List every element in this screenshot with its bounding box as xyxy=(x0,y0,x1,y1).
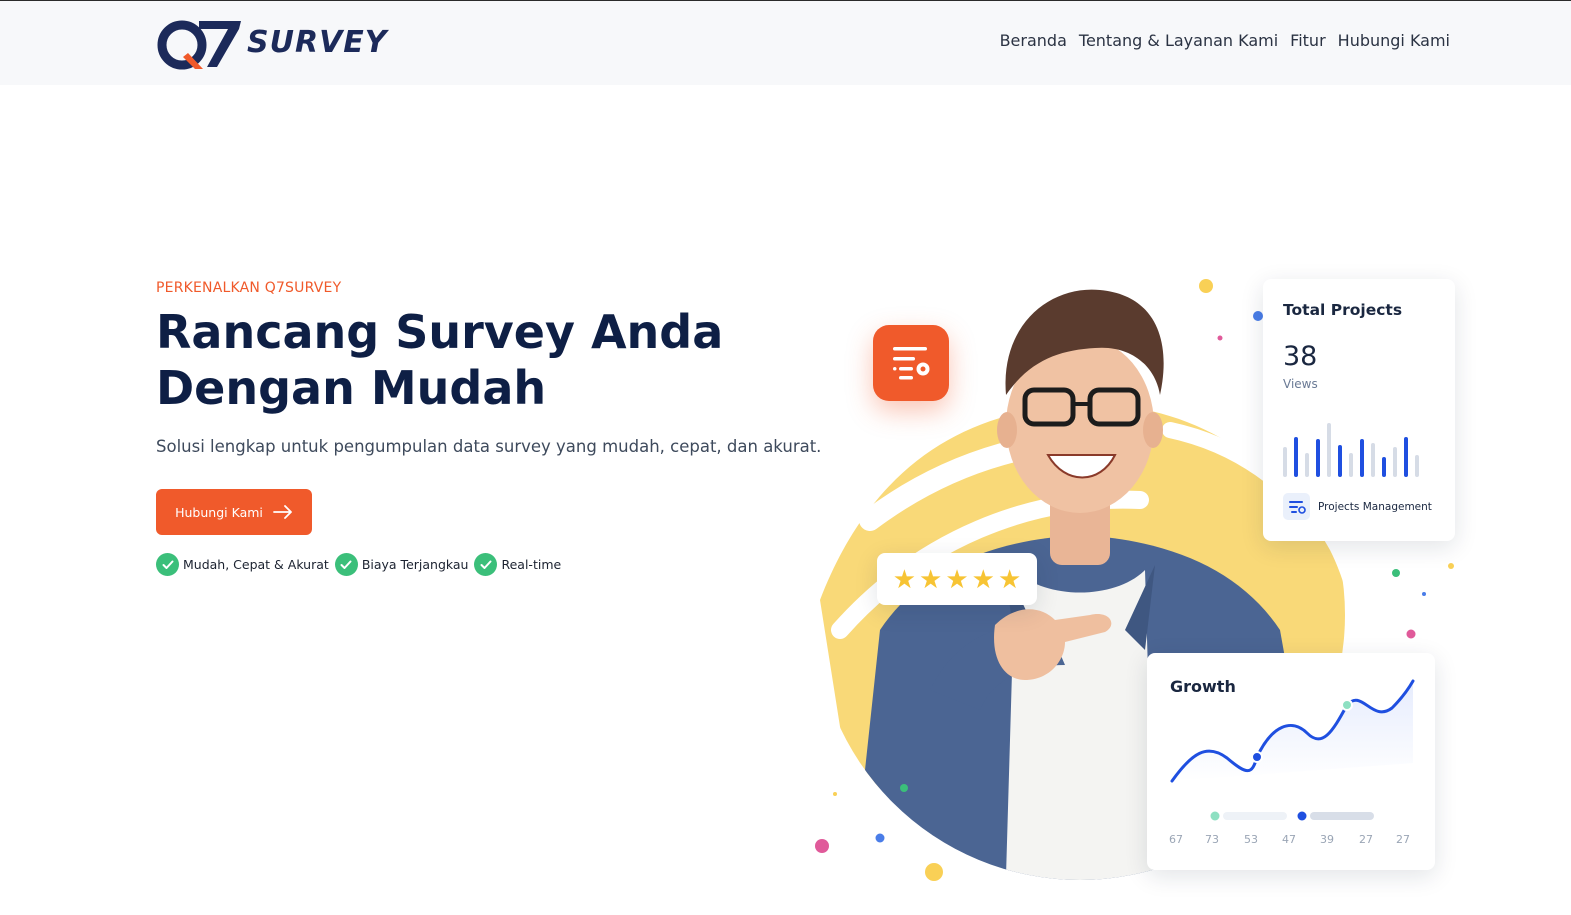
star-icon: ★ xyxy=(919,563,943,594)
projects-bars-graphic xyxy=(1283,423,1419,477)
projects-management-icon xyxy=(1283,493,1310,520)
hero-title-line-1: Rancang Survey Anda xyxy=(156,305,724,359)
check-icon xyxy=(156,553,179,576)
feature-item: Biaya Terjangkau xyxy=(334,553,469,576)
star-icon: ★ xyxy=(945,563,969,594)
hero-title: Rancang Survey Anda Dengan Mudah xyxy=(156,304,796,416)
arrow-right-icon xyxy=(272,505,292,519)
total-projects-value: 38 xyxy=(1283,341,1318,372)
feature-label: Real-time xyxy=(501,557,562,572)
survey-settings-icon xyxy=(893,347,930,380)
total-projects-unit: Views xyxy=(1283,377,1318,391)
growth-tick-label: 73 xyxy=(1205,833,1219,846)
contact-us-button[interactable]: Hubungi Kami xyxy=(156,489,312,535)
projects-management-label: Projects Management xyxy=(1318,500,1432,513)
logo-wordmark: SURVEY xyxy=(247,25,388,60)
rating-stars: ★ ★ ★ ★ ★ xyxy=(877,553,1037,605)
growth-tick-labels: 67 73 53 47 39 27 27 xyxy=(1147,833,1435,849)
projects-management-row[interactable]: Projects Management xyxy=(1283,493,1432,520)
feature-label: Mudah, Cepat & Akurat xyxy=(183,557,329,572)
survey-settings-badge xyxy=(873,325,949,401)
hero-subtitle: Solusi lengkap untuk pengumpulan data su… xyxy=(156,437,822,456)
nav-link-hubungi-kami[interactable]: Hubungi Kami xyxy=(1338,31,1450,50)
site-header: SURVEY Beranda Tentang & Layanan Kami Fi… xyxy=(0,1,1571,85)
check-icon xyxy=(334,553,358,576)
hero-eyebrow: PERKENALKAN Q7SURVEY xyxy=(156,280,342,296)
total-projects-card: Total Projects 38 Views Projects Managem… xyxy=(1263,279,1455,541)
growth-card: Growth 67 73 53 47 39 27 27 xyxy=(1147,653,1435,870)
nav-link-tentang-layanan[interactable]: Tentang & Layanan Kami xyxy=(1079,31,1278,50)
rating-card: ★ ★ ★ ★ ★ xyxy=(877,553,1037,605)
main-nav: Beranda Tentang & Layanan Kami Fitur Hub… xyxy=(1000,31,1450,50)
nav-link-beranda[interactable]: Beranda xyxy=(1000,31,1067,50)
feature-item: Mudah, Cepat & Akurat xyxy=(156,553,329,576)
contact-us-button-label: Hubungi Kami xyxy=(175,504,263,520)
nav-link-fitur[interactable]: Fitur xyxy=(1290,31,1325,50)
growth-tick-label: 53 xyxy=(1244,833,1258,846)
growth-tick-label: 27 xyxy=(1359,833,1373,846)
growth-tick-label: 47 xyxy=(1282,833,1296,846)
site-logo[interactable]: SURVEY xyxy=(155,17,388,71)
star-icon: ★ xyxy=(997,563,1022,594)
feature-label: Biaya Terjangkau xyxy=(361,557,469,572)
star-icon: ★ xyxy=(892,563,917,594)
q7-logo-mark-icon xyxy=(157,20,241,70)
growth-tick-label: 27 xyxy=(1396,833,1410,846)
feature-item: Real-time xyxy=(474,553,561,576)
growth-tick-label: 67 xyxy=(1169,833,1183,846)
star-icon: ★ xyxy=(971,563,995,594)
feature-list: Mudah, Cepat & Akurat Biaya Terjangkau R… xyxy=(156,553,561,576)
hero-title-line-2: Dengan Mudah xyxy=(156,361,547,415)
hero-illustration: ★ ★ ★ ★ ★ Total Projects 38 Views Projec… xyxy=(810,270,1470,910)
check-icon xyxy=(474,553,498,576)
total-projects-title: Total Projects xyxy=(1283,301,1403,319)
growth-tick-label: 39 xyxy=(1320,833,1334,846)
